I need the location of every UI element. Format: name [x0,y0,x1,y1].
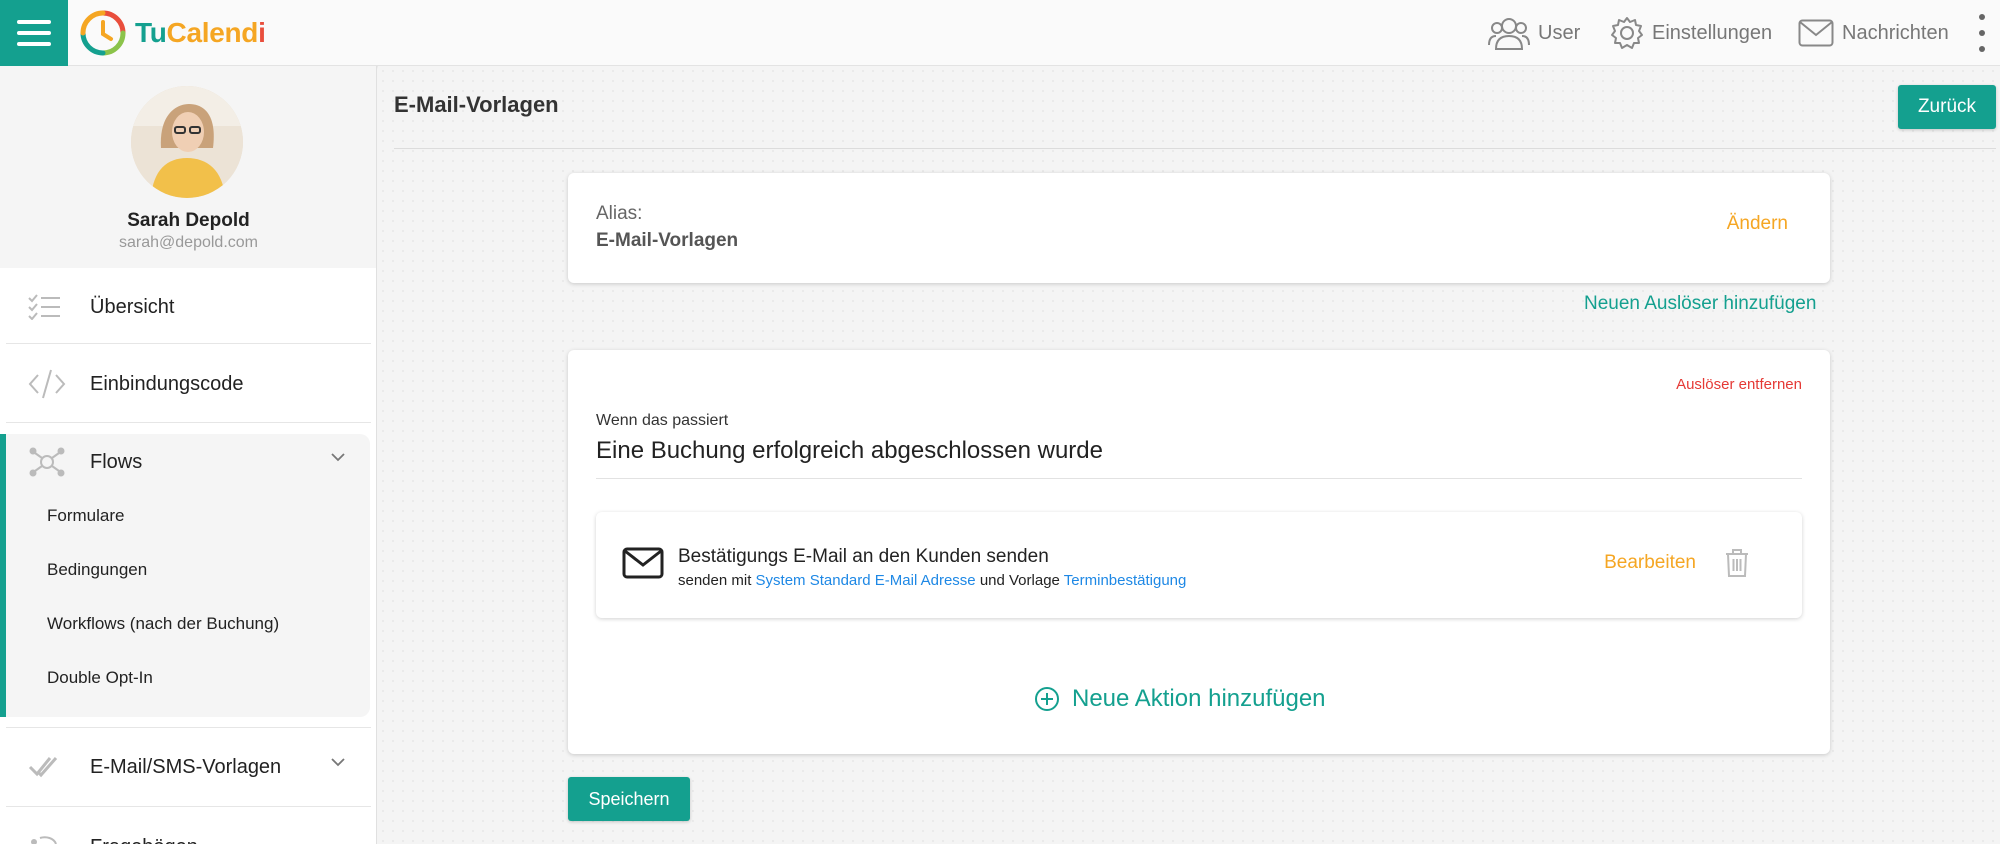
app-logo[interactable]: TuCalendi [79,6,266,60]
alias-value: E-Mail-Vorlagen [596,230,739,251]
sender-address-link[interactable]: System Standard E-Mail Adresse [756,572,976,589]
logo-text: TuCalendi [135,17,266,48]
sidebar-item-flows[interactable]: Flows [6,423,371,501]
sidebar-item-einbindungscode[interactable]: Einbindungscode [6,345,371,423]
sidebar-item-email-sms-vorlagen[interactable]: E-Mail/SMS-Vorlagen [6,728,371,806]
code-icon [28,369,76,399]
chevron-down-icon [331,453,345,462]
settings-nav-link[interactable]: Einstellungen [1610,0,1772,66]
hamburger-menu-button[interactable] [0,0,68,66]
messages-nav-label: Nachrichten [1842,21,1949,44]
trigger-when-label: Wenn das passiert [596,412,729,429]
action-sub-middle: und Vorlage [979,572,1060,589]
sidebar-subitem-bedingungen[interactable]: Bedingungen [47,560,147,580]
page-title: E-Mail-Vorlagen [394,92,559,117]
add-action-label: Neue Aktion hinzufügen [1072,685,1326,712]
sidebar: Sarah Depold sarah@depold.com Übersicht [0,66,377,844]
plus-circle-icon [1035,687,1059,711]
alias-card: Alias: E-Mail-Vorlagen Ändern [568,173,1830,283]
remove-trigger-link[interactable]: Auslöser entfernen [1676,376,1802,393]
double-check-icon [28,754,76,780]
flows-icon [28,446,76,478]
sidebar-subitem-double-opt-in[interactable]: Double Opt-In [47,668,153,688]
sidebar-item-label: E-Mail/SMS-Vorlagen [90,755,282,778]
sidebar-item-label: Übersicht [90,295,175,318]
divider [596,478,1802,479]
questionnaire-icon [28,834,76,844]
top-bar: TuCalendi User Einstellungen Nachrichten [0,0,2000,66]
users-icon [1488,18,1530,50]
sidebar-item-label: Fragebögen [90,836,198,844]
divider [6,806,371,807]
action-card: Bestätigungs E-Mail an den Kunden senden… [596,512,1802,618]
add-trigger-link[interactable]: Neuen Auslöser hinzufügen [1584,293,1816,315]
sidebar-item-label: Flows [90,450,143,473]
change-alias-link[interactable]: Ändern [1727,213,1788,235]
sidebar-subitem-workflows[interactable]: Workflows (nach der Buchung) [47,614,279,634]
avatar[interactable] [131,86,243,198]
add-action-button[interactable]: Neue Aktion hinzufügen [1034,685,1326,713]
sidebar-item-frageboegen[interactable]: Fragebögen [6,808,371,844]
trash-icon[interactable] [1724,548,1750,578]
messages-nav-link[interactable]: Nachrichten [1798,0,1949,66]
profile-name: Sarah Depold [127,210,250,231]
sidebar-item-uebersicht[interactable]: Übersicht [6,268,371,346]
avatar-portrait-icon [131,86,243,198]
alias-label: Alias: [596,203,643,224]
divider [394,148,1996,149]
back-button[interactable]: Zurück [1898,85,1996,129]
profile-email: sarah@depold.com [119,234,258,251]
action-sub-prefix: senden mit [678,572,752,589]
envelope-icon [1798,19,1834,47]
chevron-down-icon [331,758,345,767]
logo-clock-icon [80,10,126,56]
hamburger-icon [17,20,51,46]
user-nav-link[interactable]: User [1488,0,1580,66]
profile-panel: Sarah Depold sarah@depold.com [0,66,376,268]
action-subtitle: senden mit System Standard E-Mail Adress… [678,572,1186,589]
envelope-icon [622,547,664,579]
sidebar-subitem-formulare[interactable]: Formulare [47,506,124,526]
user-nav-label: User [1538,21,1581,44]
divider [6,343,371,344]
action-title: Bestätigungs E-Mail an den Kunden senden [678,546,1049,567]
template-link[interactable]: Terminbestätigung [1064,572,1187,589]
checklist-icon [28,294,76,320]
save-button[interactable]: Speichern [568,777,690,821]
gear-icon [1611,17,1643,49]
sidebar-item-label: Einbindungscode [90,372,244,395]
trigger-when-value[interactable]: Eine Buchung erfolgreich abgeschlossen w… [596,437,1103,465]
edit-action-link[interactable]: Bearbeiten [1604,552,1696,574]
more-options-kebab-icon[interactable] [1975,14,1989,52]
main-content: E-Mail-Vorlagen Zurück Alias: E-Mail-Vor… [378,66,2000,844]
trigger-card: Auslöser entfernen Wenn das passiert Ein… [568,350,1830,754]
settings-nav-label: Einstellungen [1652,21,1773,44]
